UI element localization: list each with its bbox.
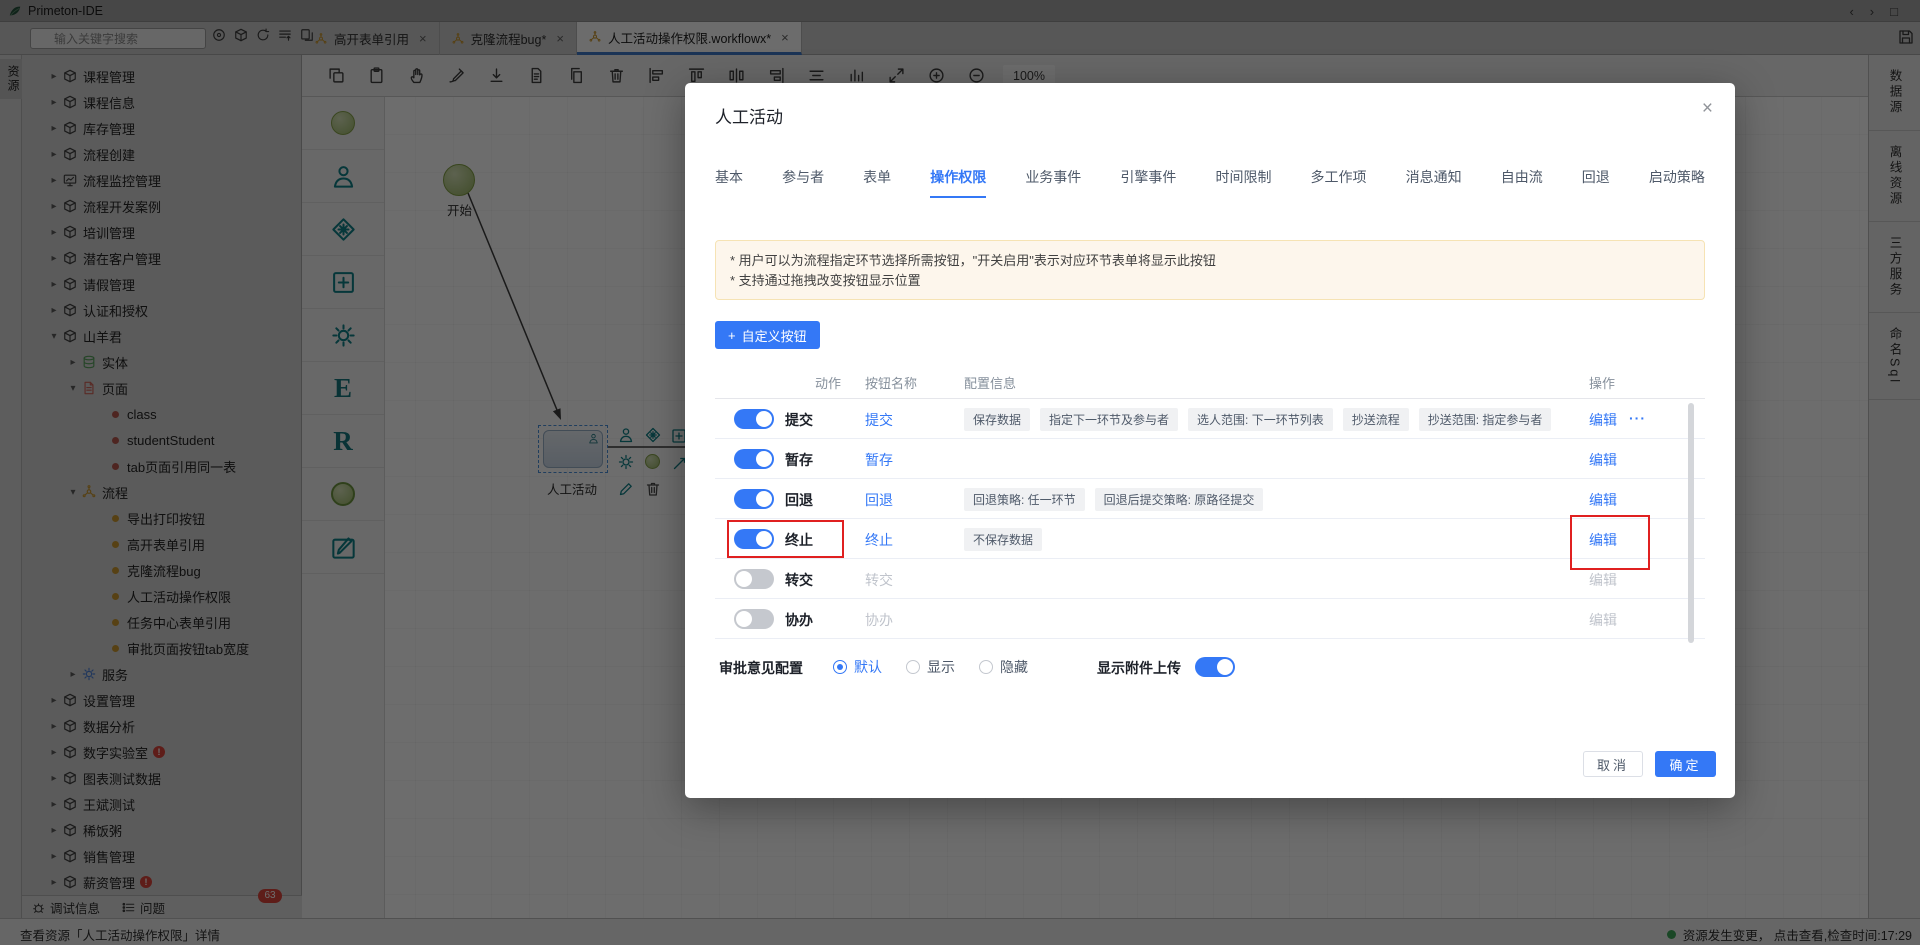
permission-row: 回退 回退 回退策略: 任一环节回退后提交策略: 原路径提交 编辑 (715, 479, 1705, 519)
radio-dot-icon (979, 660, 993, 674)
dialog-tab-引擎事件[interactable]: 引擎事件 (1120, 167, 1176, 198)
dialog-tab-业务事件[interactable]: 业务事件 (1025, 167, 1081, 198)
row-button-name-link[interactable]: 终止 (865, 530, 893, 550)
permission-row: 暂存 暂存 编辑 (715, 439, 1705, 479)
comment-config-row: 审批意见配置 默认 显示 隐藏 显示附件上传 (715, 653, 1705, 681)
dialog-tab-操作权限[interactable]: 操作权限 (930, 167, 986, 198)
row-ops: 编辑 (1589, 450, 1617, 470)
edit-link[interactable]: 编辑 (1589, 570, 1617, 590)
row-button-name-link[interactable]: 暂存 (865, 450, 893, 470)
attachment-upload-label: 显示附件上传 (1097, 658, 1181, 678)
config-tag: 不保存数据 (964, 528, 1042, 551)
highlight-box-edit (1570, 515, 1650, 570)
dialog-tab-基本[interactable]: 基本 (715, 167, 743, 198)
dialog-tab-消息通知[interactable]: 消息通知 (1406, 167, 1462, 198)
row-toggle[interactable] (734, 449, 774, 469)
config-tag: 回退策略: 任一环节 (964, 488, 1085, 511)
highlight-box-toggle (727, 520, 844, 558)
plus-icon: + (728, 328, 736, 343)
dialog-tab-参与者[interactable]: 参与者 (782, 167, 824, 198)
radio-隐藏[interactable]: 隐藏 (979, 657, 1028, 677)
manual-activity-dialog: 人工活动 × 基本 参与者 表单 操作权限 业务事件 引擎事件 时间限制 多工作项 消息通知 自由… (685, 83, 1735, 798)
comment-config-label: 审批意见配置 (719, 658, 803, 678)
dialog-title: 人工活动 (715, 103, 783, 128)
row-ops: 编辑 (1589, 570, 1617, 590)
close-icon[interactable]: × (1702, 99, 1713, 118)
permission-row: 提交 提交 保存数据指定下一环节及参与者选人范围: 下一环节列表抄送流程抄送范围: … (715, 399, 1705, 439)
row-action-label: 提交 (785, 410, 813, 430)
row-toggle[interactable] (734, 489, 774, 509)
radio-dot-icon (906, 660, 920, 674)
row-ops: 编辑 (1589, 610, 1617, 630)
config-tag: 回退后提交策略: 原路径提交 (1095, 488, 1264, 511)
row-button-name-link[interactable]: 提交 (865, 410, 893, 430)
edit-link[interactable]: 编辑 (1589, 410, 1617, 430)
row-toggle[interactable] (734, 569, 774, 589)
row-config-tags: 回退策略: 任一环节回退后提交策略: 原路径提交 (964, 488, 1263, 511)
row-ops: 编辑 (1589, 490, 1617, 510)
row-config-tags: 保存数据指定下一环节及参与者选人范围: 下一环节列表抄送流程抄送范围: 指定参与… (964, 408, 1551, 431)
cancel-button[interactable]: 取消 (1583, 751, 1643, 777)
dialog-notice: * 用户可以为流程指定环节选择所需按钮，"开关启用"表示对应环节表单将显示此按钮… (715, 240, 1705, 300)
row-button-name-link[interactable]: 回退 (865, 490, 893, 510)
confirm-button[interactable]: 确定 (1655, 751, 1716, 777)
config-tag: 选人范围: 下一环节列表 (1188, 408, 1333, 431)
dialog-tab-时间限制[interactable]: 时间限制 (1215, 167, 1271, 198)
radio-dot-icon (833, 660, 847, 674)
edit-link[interactable]: 编辑 (1589, 610, 1617, 630)
table-header: 动作 按钮名称 配置信息 操作 (715, 365, 1705, 399)
row-button-name-link[interactable]: 协办 (865, 610, 893, 630)
row-config-tags: 不保存数据 (964, 528, 1042, 551)
table-scrollbar[interactable] (1688, 403, 1694, 643)
add-custom-button[interactable]: + 自定义按钮 (715, 321, 820, 349)
row-toggle[interactable] (734, 609, 774, 629)
config-tag: 抄送范围: 指定参与者 (1419, 408, 1552, 431)
config-tag: 保存数据 (964, 408, 1030, 431)
edit-link[interactable]: 编辑 (1589, 490, 1617, 510)
dialog-tab-表单[interactable]: 表单 (863, 167, 891, 198)
config-tag: 指定下一环节及参与者 (1040, 408, 1178, 431)
more-icon[interactable]: ··· (1629, 410, 1646, 430)
radio-label: 显示 (927, 657, 955, 677)
row-action-label: 回退 (785, 490, 813, 510)
row-toggle[interactable] (734, 409, 774, 429)
radio-label: 隐藏 (1000, 657, 1028, 677)
config-tag: 抄送流程 (1343, 408, 1409, 431)
permissions-table: 动作 按钮名称 配置信息 操作 提交 提交 保存数据指定下一环节及参与者选人范围: … (715, 365, 1705, 639)
radio-默认[interactable]: 默认 (833, 657, 882, 677)
row-ops: 编辑 ··· (1589, 410, 1646, 430)
row-button-name-link[interactable]: 转交 (865, 570, 893, 590)
row-action-label: 转交 (785, 570, 813, 590)
row-action-label: 暂存 (785, 450, 813, 470)
edit-link[interactable]: 编辑 (1589, 450, 1617, 470)
permission-row: 转交 转交 编辑 (715, 559, 1705, 599)
attachment-upload-toggle[interactable] (1195, 657, 1235, 677)
permission-row: 终止终止不保存数据编辑 (715, 519, 1705, 559)
dialog-tab-多工作项[interactable]: 多工作项 (1311, 167, 1367, 198)
radio-显示[interactable]: 显示 (906, 657, 955, 677)
row-action-label: 协办 (785, 610, 813, 630)
permission-row: 协办 协办 编辑 (715, 599, 1705, 639)
dialog-tab-自由流[interactable]: 自由流 (1501, 167, 1543, 198)
dialog-tab-启动策略[interactable]: 启动策略 (1649, 167, 1705, 198)
dialog-tab-回退[interactable]: 回退 (1582, 167, 1610, 198)
radio-label: 默认 (854, 657, 882, 677)
